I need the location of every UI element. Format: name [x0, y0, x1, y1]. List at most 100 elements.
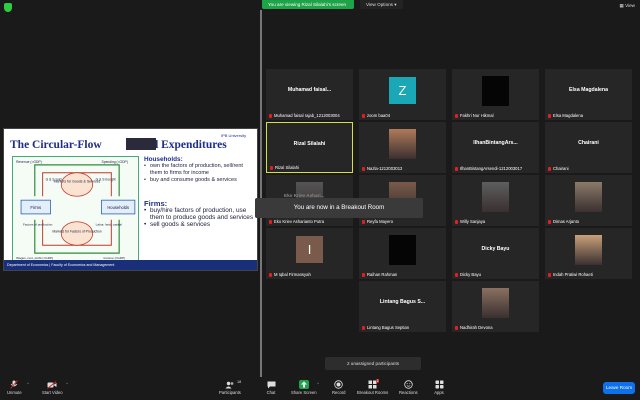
mic-muted-icon: [455, 272, 458, 277]
view-options-label: View Options: [366, 2, 393, 7]
labor-label: Labor, land, capital: [96, 223, 123, 227]
participant-tile[interactable]: Chairani Chairani: [545, 122, 632, 173]
participant-photo: [575, 182, 602, 212]
participant-name-label: Muhamad faisal rajab_1212003004: [269, 113, 340, 118]
mic-muted-icon: [548, 166, 551, 171]
participant-name: Rizal Silalahi: [275, 165, 299, 170]
view-button[interactable]: ▦ View: [620, 3, 636, 9]
viewing-screen-banner: You are viewing Rizal Silalahi's screen: [262, 0, 354, 9]
participant-tile[interactable]: I M Iqbal Firmansyah: [266, 228, 353, 279]
share-options-caret[interactable]: ^: [317, 381, 319, 386]
reactions-button[interactable]: Reactions: [399, 380, 418, 395]
mic-muted-icon: [9, 380, 19, 389]
participant-name-label: Chairani: [548, 166, 569, 171]
participant-name: Elsa Magdalena: [553, 113, 584, 118]
participant-tile[interactable]: Lintang Bagus S... Lintang Bagus Septian: [359, 281, 446, 332]
title-redaction: [126, 138, 156, 150]
breakout-rooms-icon: 2: [368, 379, 380, 389]
households-title: Households:: [144, 156, 183, 163]
slide-title-left: The Circular-Flow: [10, 139, 102, 151]
participant-tile[interactable]: Dicky Bayu Dicky Bayu: [452, 228, 539, 279]
share-screen-icon: [298, 380, 309, 389]
participant-name-label: Nadhirah Devona: [455, 325, 493, 330]
meeting-toolbar: Unmute ^ Start Video ^ Participants 18 C…: [0, 377, 640, 400]
view-options-button[interactable]: View Options ▾: [360, 0, 403, 9]
markets-factors-label: Markets for Factors of Production: [52, 230, 101, 234]
share-screen-button[interactable]: Share Screen: [291, 380, 317, 395]
toast-ghost-name: Eko Kriev Ashari...: [284, 193, 325, 198]
mic-muted-icon: [362, 166, 365, 171]
participant-photo: [482, 288, 509, 318]
participant-name-label: Reyfa Mayero: [362, 219, 393, 224]
participant-tile[interactable]: Raihan Rahman: [359, 228, 446, 279]
chat-label: Chat: [266, 390, 276, 395]
record-button[interactable]: Record: [332, 380, 346, 395]
firms-text: Firms: buy/hire factors of production, u…: [144, 200, 254, 228]
slide-footer: Department of Economics | Faculty of Eco…: [4, 260, 257, 270]
toast-message: You are now in a Breakout Room: [293, 204, 385, 211]
mic-muted-icon: [455, 113, 458, 118]
start-video-button[interactable]: Start Video: [42, 380, 63, 395]
record-icon: [334, 380, 344, 389]
video-off-icon: [47, 380, 57, 389]
participant-tile[interactable]: Willy Sanjaya: [452, 175, 539, 226]
participant-display-name: Lintang Bagus S...: [379, 299, 426, 305]
participant-tile[interactable]: Muhamad faisal... Muhamad faisal rajab_12…: [266, 69, 353, 120]
slide-title: The Circular-Flow and Expenditures: [10, 139, 227, 151]
chat-icon: [266, 380, 276, 389]
participant-tile[interactable]: Fakhri Nur Hikmal: [452, 69, 539, 120]
participant-tile[interactable]: Dimas Arjanto: [545, 175, 632, 226]
participant-tile[interactable]: Nazla-1212003013: [359, 122, 446, 173]
spending-label: Spending (=GDP): [102, 160, 128, 164]
participant-tile[interactable]: Indah Pratiwi Rohaeti: [545, 228, 632, 279]
participant-name: zoom baa04: [367, 113, 391, 118]
security-shield-icon[interactable]: [4, 3, 12, 12]
participant-display-name: Muhamad faisal...: [287, 87, 332, 93]
participant-tile[interactable]: Nadhirah Devona: [452, 281, 539, 332]
mic-muted-icon: [269, 219, 272, 224]
participant-name-label: Lintang Bagus Septian: [362, 325, 409, 330]
mic-muted-icon: [548, 219, 551, 224]
participants-count: 18: [237, 380, 242, 384]
participant-display-name: Rizal Silalahi: [293, 141, 326, 147]
unassigned-participants[interactable]: 2 unassigned participants: [325, 357, 421, 370]
split-view-divider[interactable]: [260, 10, 262, 377]
unmute-button[interactable]: Unmute: [7, 380, 22, 395]
ipb-logo: IPB University: [221, 133, 247, 138]
leave-room-button[interactable]: Leave Room: [603, 382, 635, 394]
audio-options-caret[interactable]: ^: [27, 381, 29, 386]
mic-muted-icon: [362, 219, 365, 224]
participant-tile[interactable]: IlhanBintangArs... IlhanBintangArsendi-12…: [452, 122, 539, 173]
breakout-rooms-button[interactable]: 2 Breakout Rooms: [357, 379, 388, 395]
video-options-caret[interactable]: ^: [66, 381, 68, 386]
firms-bullet: sell goods & services: [144, 221, 254, 228]
participant-name-label: Raihan Rahman: [362, 272, 397, 277]
participant-video-black: [482, 76, 509, 106]
factors-production-label: Factors of production: [23, 223, 53, 227]
apps-icon: [434, 380, 444, 389]
participant-name: Muhamad faisal rajab_1212003004: [274, 113, 340, 118]
participant-name-label: Indah Pratiwi Rohaeti: [548, 272, 593, 277]
participant-name: M Iqbal Firmansyah: [274, 272, 311, 277]
apps-button[interactable]: Apps: [434, 380, 444, 395]
households-text: Households: own the factors of productio…: [144, 156, 254, 184]
mic-muted-icon: [548, 113, 551, 118]
reactions-label: Reactions: [399, 390, 418, 395]
share-screen-label: Share Screen: [291, 390, 317, 395]
participant-name: Indah Pratiwi Rohaeti: [553, 272, 593, 277]
participant-name-label: M Iqbal Firmansyah: [269, 272, 311, 277]
firms-title: Firms:: [144, 199, 168, 208]
chat-button[interactable]: Chat: [266, 380, 276, 395]
mic-muted-icon: [269, 113, 272, 118]
participant-name-label: Elsa Magdalena: [548, 113, 583, 118]
participant-name: Dicky Bayu: [460, 272, 481, 277]
participant-tile[interactable]: Zzoom baa04: [359, 69, 446, 120]
breakout-room-toast: You are now in a Breakout Room: [255, 198, 423, 218]
participant-name: IlhanBintangArsendi-1212003017: [460, 166, 523, 171]
participant-tile[interactable]: Elsa Magdalena Elsa Magdalena: [545, 69, 632, 120]
participant-tile[interactable]: Rizal Silalahi Rizal Silalahi: [266, 122, 353, 173]
participant-name-label: Dicky Bayu: [455, 272, 481, 277]
participant-name-label: Rizal Silalahi: [270, 165, 299, 170]
record-label: Record: [332, 390, 346, 395]
participant-name: Eko Kriev Asharianto Putra: [274, 219, 325, 224]
